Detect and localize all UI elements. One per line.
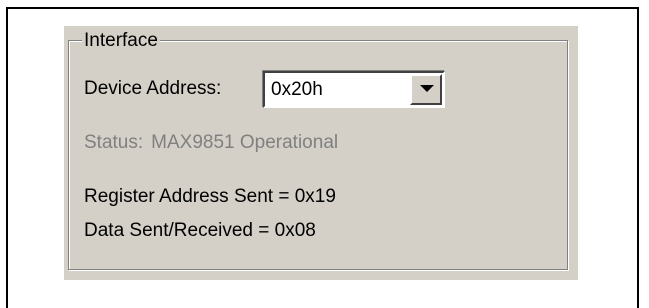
chevron-down-icon	[420, 85, 434, 92]
register-address-text: Register Address Sent = 0x19	[84, 186, 336, 207]
status-row: Status: MAX9851 Operational	[84, 132, 338, 154]
status-value: MAX9851 Operational	[151, 132, 339, 153]
status-label: Status:	[84, 132, 144, 153]
interface-panel: Interface Device Address: 0x20h Status: M…	[64, 26, 578, 280]
device-address-value: 0x20h	[271, 79, 323, 100]
device-address-dropdown-button[interactable]	[410, 74, 442, 105]
device-address-select[interactable]: 0x20h	[263, 71, 445, 108]
groupbox-title: Interface	[82, 30, 160, 52]
device-address-label: Device Address:	[84, 78, 222, 99]
data-sent-received-text: Data Sent/Received = 0x08	[84, 220, 316, 241]
